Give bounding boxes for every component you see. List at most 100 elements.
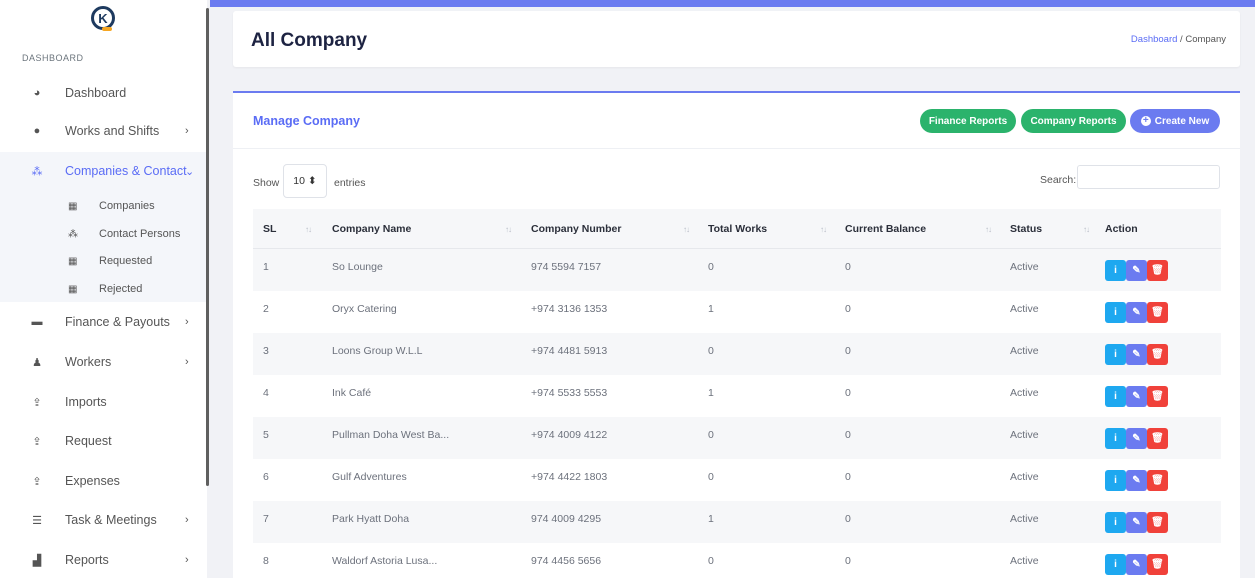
sidebar-item-request[interactable]: ⇪ Request	[0, 428, 207, 454]
company-reports-button[interactable]: Company Reports	[1021, 109, 1126, 133]
cell-company-number: +974 4009 4122	[531, 429, 608, 441]
edit-button[interactable]: ✎	[1126, 260, 1147, 281]
sidebar-subitem-label: Requested	[99, 255, 153, 267]
info-button[interactable]: i	[1105, 302, 1126, 323]
card-title: Manage Company	[253, 114, 360, 128]
sidebar-subitem-rejected[interactable]: ▦ Rejected	[0, 279, 207, 299]
sidebar-item-label: Works and Shifts	[65, 124, 160, 138]
sidebar-item-workers[interactable]: ♟ Workers ›	[0, 349, 207, 375]
cell-total-works: 1	[708, 303, 714, 315]
table-row: 7 Park Hyatt Doha 974 4009 4295 1 0 Acti…	[253, 501, 1221, 543]
cell-total-works: 0	[708, 429, 714, 441]
breadcrumb-current: Company	[1185, 34, 1226, 45]
delete-button[interactable]: 🗑	[1147, 554, 1168, 575]
table-row: 6 Gulf Adventures +974 4422 1803 0 0 Act…	[253, 459, 1221, 501]
info-button[interactable]: i	[1105, 260, 1126, 281]
chevron-right-icon: ›	[185, 554, 189, 566]
sidebar: K DASHBOARD ◕ Dashboard ● Works and Shif…	[0, 0, 207, 578]
sidebar-item-companies-contact[interactable]: ⁂ Companies & Contact ⌄	[0, 158, 207, 184]
upload-icon: ⇪	[32, 475, 42, 488]
delete-button[interactable]: 🗑	[1147, 428, 1168, 449]
cell-company-number: +974 4422 1803	[531, 471, 608, 483]
list-icon: ☰	[32, 514, 42, 527]
cell-company-name: Loons Group W.L.L	[332, 345, 423, 357]
cell-company-name: Oryx Catering	[332, 303, 397, 315]
column-header-total-works[interactable]: Total Works	[708, 223, 767, 235]
sort-icon[interactable]: ↑↓	[1083, 225, 1090, 234]
delete-button[interactable]: 🗑	[1147, 512, 1168, 533]
sidebar-item-works-and-shifts[interactable]: ● Works and Shifts ›	[0, 118, 207, 144]
column-header-status[interactable]: Status	[1010, 223, 1042, 235]
cell-sl: 3	[263, 345, 269, 357]
column-header-sl[interactable]: SL	[263, 223, 276, 235]
delete-button[interactable]: 🗑	[1147, 386, 1168, 407]
cell-current-balance: 0	[845, 513, 851, 525]
edit-button[interactable]: ✎	[1126, 470, 1147, 491]
entries-select[interactable]: 10 ⬍	[283, 164, 327, 198]
sort-icon[interactable]: ↑↓	[820, 225, 827, 234]
info-button[interactable]: i	[1105, 470, 1126, 491]
cell-current-balance: 0	[845, 471, 851, 483]
create-new-button[interactable]: + Create New	[1130, 109, 1220, 133]
edit-button[interactable]: ✎	[1126, 302, 1147, 323]
edit-button[interactable]: ✎	[1126, 386, 1147, 407]
info-button[interactable]: i	[1105, 344, 1126, 365]
edit-button[interactable]: ✎	[1126, 428, 1147, 449]
row-actions: i ✎ 🗑	[1105, 428, 1168, 449]
delete-button[interactable]: 🗑	[1147, 302, 1168, 323]
brand-logo-letter: K	[98, 10, 108, 26]
sidebar-item-finance-payouts[interactable]: ▬ Finance & Payouts ›	[0, 309, 207, 335]
sidebar-subitem-requested[interactable]: ▦ Requested	[0, 251, 207, 271]
cell-status: Active	[1010, 555, 1039, 567]
delete-button[interactable]: 🗑	[1147, 470, 1168, 491]
column-header-current-balance[interactable]: Current Balance	[845, 223, 926, 235]
cell-company-name: Gulf Adventures	[332, 471, 407, 483]
delete-button[interactable]: 🗑	[1147, 344, 1168, 365]
sidebar-item-dashboard[interactable]: ◕ Dashboard	[0, 80, 207, 106]
cell-sl: 6	[263, 471, 269, 483]
column-header-company-name[interactable]: Company Name	[332, 223, 411, 235]
breadcrumb: Dashboard / Company	[1131, 34, 1226, 45]
sidebar-item-reports[interactable]: ▟ Reports ›	[0, 547, 207, 573]
edit-button[interactable]: ✎	[1126, 344, 1147, 365]
edit-button[interactable]: ✎	[1126, 512, 1147, 533]
sort-icon[interactable]: ↑↓	[505, 225, 512, 234]
sidebar-subitem-companies[interactable]: ▦ Companies	[0, 196, 207, 216]
sort-icon[interactable]: ↑↓	[305, 225, 312, 234]
row-actions: i ✎ 🗑	[1105, 554, 1168, 575]
create-new-label: Create New	[1154, 115, 1210, 127]
sidebar-item-label: Workers	[65, 355, 112, 369]
delete-button[interactable]: 🗑	[1147, 260, 1168, 281]
sort-icon[interactable]: ↑↓	[985, 225, 992, 234]
building-icon: ▦	[68, 255, 78, 267]
column-header-company-number[interactable]: Company Number	[531, 223, 621, 235]
cell-company-name: Ink Café	[332, 387, 372, 399]
sidebar-scrollbar[interactable]	[206, 8, 209, 486]
cell-sl: 1	[263, 261, 269, 273]
sidebar-item-imports[interactable]: ⇪ Imports	[0, 389, 207, 415]
pencil-icon: ✎	[1132, 559, 1141, 570]
clock-icon: ●	[33, 125, 41, 137]
sidebar-item-label: Finance & Payouts	[65, 315, 170, 329]
sidebar-section-label: DASHBOARD	[22, 53, 84, 63]
info-button[interactable]: i	[1105, 554, 1126, 575]
page-title: All Company	[251, 30, 368, 51]
brand-logo[interactable]: K	[91, 6, 115, 31]
pencil-icon: ✎	[1132, 475, 1141, 486]
edit-button[interactable]: ✎	[1126, 554, 1147, 575]
cell-sl: 2	[263, 303, 269, 315]
search-input[interactable]	[1077, 165, 1220, 189]
info-button[interactable]: i	[1105, 428, 1126, 449]
sort-icon[interactable]: ↑↓	[683, 225, 690, 234]
breadcrumb-dashboard-link[interactable]: Dashboard	[1131, 34, 1177, 45]
info-icon: i	[1114, 517, 1117, 528]
sidebar-item-label: Request	[65, 434, 112, 448]
cell-company-number: +974 3136 1353	[531, 303, 608, 315]
cell-company-name: Waldorf Astoria Lusa...	[332, 555, 438, 567]
sidebar-subitem-contact-persons[interactable]: ⁂ Contact Persons	[0, 224, 207, 244]
sidebar-item-expenses[interactable]: ⇪ Expenses	[0, 468, 207, 494]
sidebar-item-task-meetings[interactable]: ☰ Task & Meetings ›	[0, 507, 207, 533]
finance-reports-button[interactable]: Finance Reports	[920, 109, 1016, 133]
info-button[interactable]: i	[1105, 512, 1126, 533]
info-button[interactable]: i	[1105, 386, 1126, 407]
